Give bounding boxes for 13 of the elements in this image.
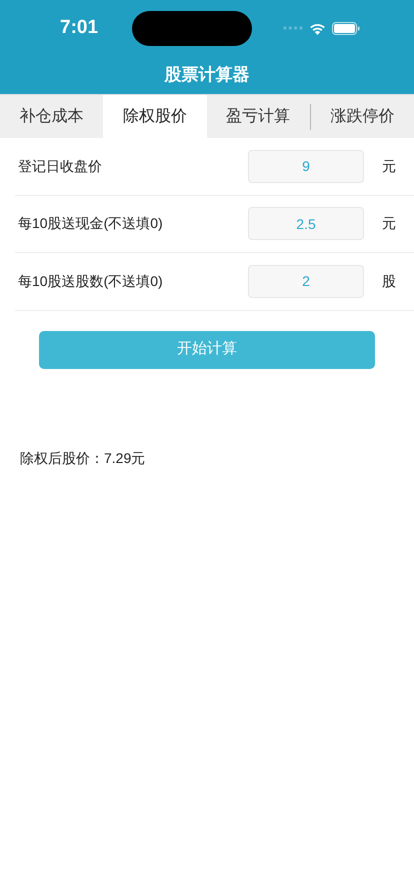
field-label: 每10股送现金(不送填0) xyxy=(17,214,164,234)
unit-label: 股 xyxy=(381,272,397,291)
battery-icon xyxy=(332,22,360,34)
app-title: 股票计算器 xyxy=(164,64,250,86)
wifi-icon xyxy=(309,22,326,34)
unit-label: 元 xyxy=(381,156,397,176)
signal-icon xyxy=(283,26,303,30)
field-label: 每10股送股数(不送填0) xyxy=(17,272,164,291)
tab[interactable]: 除权股价 xyxy=(103,95,206,138)
status-time: 7:01 xyxy=(60,16,100,40)
unit-label: 元 xyxy=(381,214,397,234)
field-label: 登记日收盘价 xyxy=(17,156,103,176)
result-text: 除权后股价：7.29元 xyxy=(20,450,146,466)
